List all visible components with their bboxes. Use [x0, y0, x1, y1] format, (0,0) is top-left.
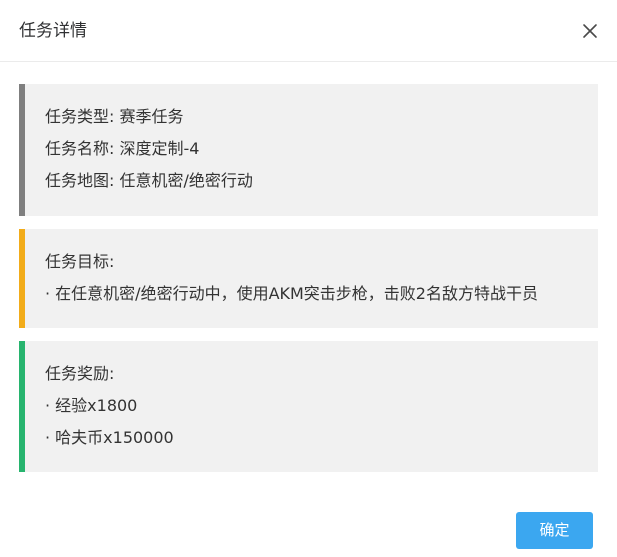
reward-item-coin: · 哈夫币x150000 — [45, 428, 174, 447]
dialog-header: 任务详情 — [0, 0, 617, 62]
info-card-accent — [19, 84, 25, 216]
task-reward-card: 任务奖励: · 经验x1800 · 哈夫币x150000 — [19, 341, 598, 472]
reward-item-exp: · 经验x1800 — [45, 396, 138, 415]
task-info-card: 任务类型: 赛季任务 任务名称: 深度定制-4 任务地图: 任意机密/绝密行动 — [19, 84, 598, 216]
reward-heading: 任务奖励: — [45, 364, 115, 383]
goal-item: · 在任意机密/绝密行动中，使用AKM突击步枪，击败2名敌方特战干员 — [45, 284, 538, 303]
reward-card-accent — [19, 341, 25, 472]
dialog-title: 任务详情 — [19, 21, 87, 41]
task-name: 任务名称: 深度定制-4 — [45, 139, 200, 158]
goal-heading: 任务目标: — [45, 252, 115, 271]
close-button[interactable] — [578, 19, 602, 43]
task-goal-card: 任务目标: · 在任意机密/绝密行动中，使用AKM突击步枪，击败2名敌方特战干员 — [19, 229, 598, 328]
confirm-button[interactable]: 确定 — [516, 512, 593, 549]
task-detail-dialog: 任务详情 任务类型: 赛季任务 任务名称: 深度定制-4 任务地图: 任意机密/… — [0, 0, 617, 557]
task-type: 任务类型: 赛季任务 — [45, 107, 184, 126]
close-icon — [583, 24, 597, 38]
goal-card-accent — [19, 229, 25, 328]
task-map: 任务地图: 任意机密/绝密行动 — [45, 171, 253, 190]
